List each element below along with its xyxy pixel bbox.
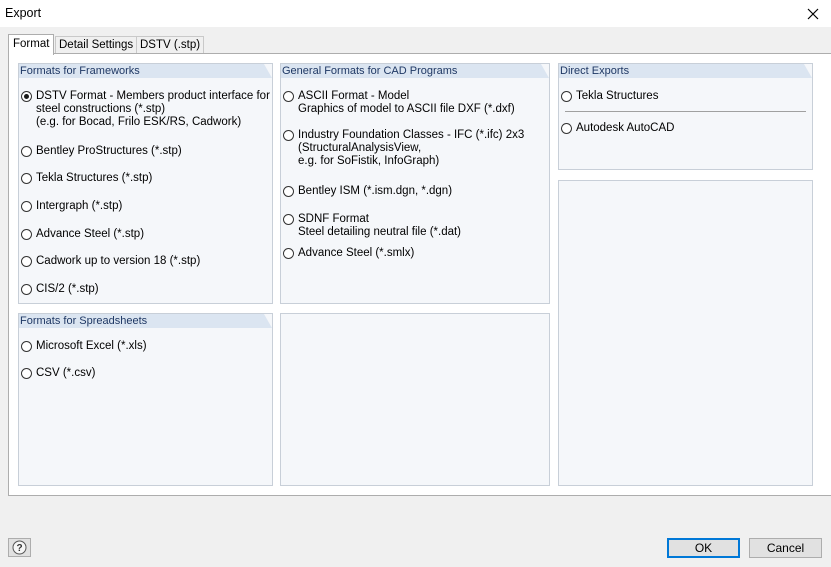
empty-panel-right: [558, 180, 813, 486]
radio-button[interactable]: [21, 341, 32, 352]
help-icon: ?: [12, 540, 27, 555]
tab-dstv-label: DSTV (.stp): [140, 39, 201, 51]
window-title: Export: [5, 6, 42, 20]
tab-detail-settings[interactable]: Detail Settings: [55, 36, 138, 53]
option-tekla-stp[interactable]: Tekla Structures (*.stp): [21, 172, 152, 185]
radio-button[interactable]: [21, 256, 32, 267]
svg-text:?: ?: [16, 543, 22, 554]
group-direct-title: Direct Exports: [559, 64, 812, 78]
option-tekla-direct[interactable]: Tekla Structures: [561, 90, 658, 103]
radio-button[interactable]: [283, 91, 294, 102]
tab-format[interactable]: Format: [8, 34, 55, 55]
cancel-button[interactable]: Cancel: [749, 538, 822, 558]
radio-button[interactable]: [283, 130, 294, 141]
option-intergraph[interactable]: Intergraph (*.stp): [21, 200, 122, 213]
radio-button[interactable]: [21, 146, 32, 157]
radio-button[interactable]: [21, 201, 32, 212]
radio-button[interactable]: [561, 91, 572, 102]
option-cadwork[interactable]: Cadwork up to version 18 (*.stp): [21, 255, 200, 268]
radio-button[interactable]: [561, 123, 572, 134]
empty-panel-middle: [280, 313, 550, 486]
tab-dstv[interactable]: DSTV (.stp): [136, 36, 205, 53]
close-icon: [807, 8, 819, 19]
option-autocad-direct[interactable]: Autodesk AutoCAD: [561, 122, 674, 135]
option-ifc[interactable]: Industry Foundation Classes - IFC (*.ifc…: [283, 129, 524, 168]
option-dstv-format[interactable]: DSTV Format - Members product interface …: [21, 90, 270, 129]
group-frameworks-title: Formats for Frameworks: [19, 64, 272, 78]
tab-detail-settings-label: Detail Settings: [59, 39, 134, 51]
group-spreadsheets: Formats for Spreadsheets Microsoft Excel…: [18, 313, 273, 486]
group-spreadsheets-title: Formats for Spreadsheets: [19, 314, 272, 328]
group-cad-programs: General Formats for CAD Programs ASCII F…: [280, 63, 550, 304]
group-cad-title: General Formats for CAD Programs: [281, 64, 549, 78]
radio-button[interactable]: [21, 368, 32, 379]
separator: [565, 111, 806, 112]
option-excel[interactable]: Microsoft Excel (*.xls): [21, 340, 147, 353]
radio-button[interactable]: [21, 173, 32, 184]
group-direct-exports: Direct Exports Tekla Structures Autodesk…: [558, 63, 813, 170]
option-sdnf[interactable]: SDNF Format Steel detailing neutral file…: [283, 213, 461, 239]
title-bar: Export: [0, 0, 831, 27]
radio-button[interactable]: [283, 214, 294, 225]
ok-button[interactable]: OK: [667, 538, 740, 558]
radio-button-checked[interactable]: [21, 91, 32, 102]
option-cis2[interactable]: CIS/2 (*.stp): [21, 283, 99, 296]
option-csv[interactable]: CSV (*.csv): [21, 367, 95, 380]
radio-button[interactable]: [283, 248, 294, 259]
radio-button[interactable]: [21, 229, 32, 240]
tab-format-label: Format: [13, 38, 50, 50]
radio-button[interactable]: [283, 186, 294, 197]
group-frameworks: Formats for Frameworks DSTV Format - Mem…: [18, 63, 273, 304]
option-advance-steel-stp[interactable]: Advance Steel (*.stp): [21, 228, 144, 241]
close-button[interactable]: [795, 0, 831, 27]
option-bentley-ism[interactable]: Bentley ISM (*.ism.dgn, *.dgn): [283, 185, 452, 198]
help-button[interactable]: ?: [8, 538, 31, 557]
radio-button[interactable]: [21, 284, 32, 295]
option-bentley-prostructures[interactable]: Bentley ProStructures (*.stp): [21, 145, 182, 158]
option-ascii-dxf[interactable]: ASCII Format - Model Graphics of model t…: [283, 90, 515, 116]
option-advance-steel-smlx[interactable]: Advance Steel (*.smlx): [283, 247, 414, 260]
